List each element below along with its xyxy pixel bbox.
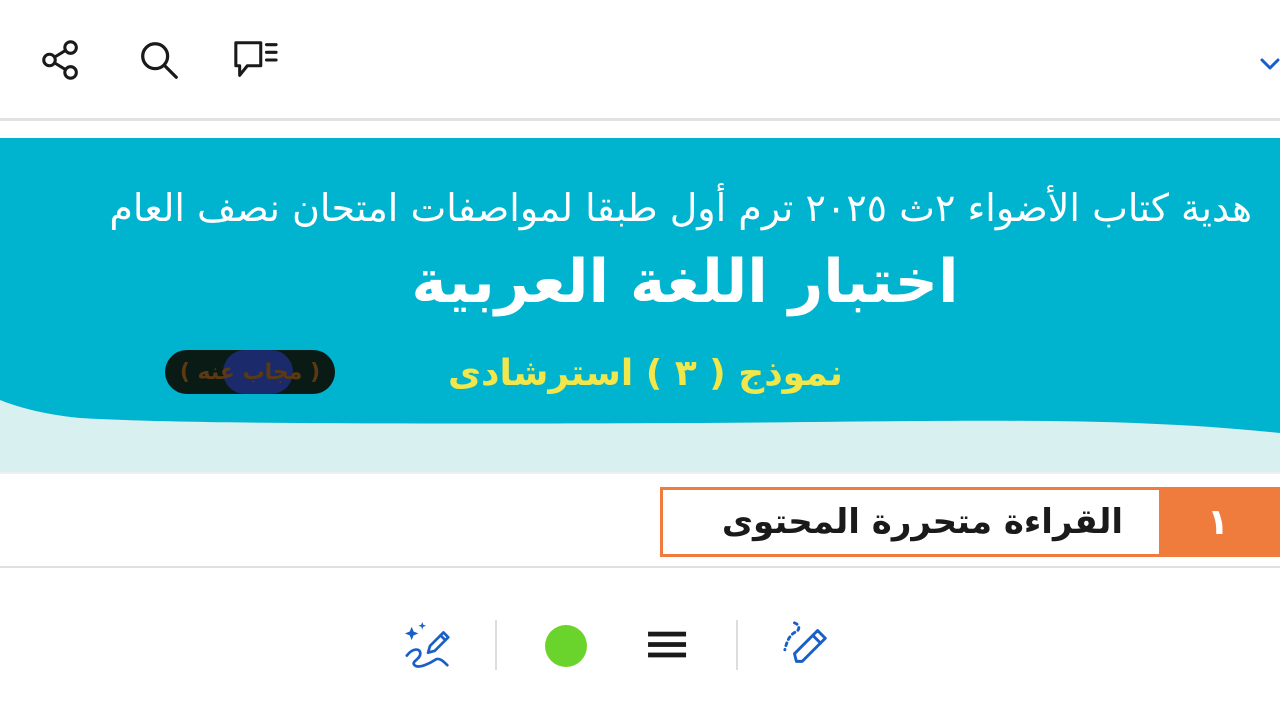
toolbar-separator — [736, 620, 738, 670]
comments-icon[interactable] — [231, 36, 279, 84]
section-number: ١ — [1207, 501, 1229, 543]
divider — [0, 472, 1280, 474]
section-title: القراءة متحررة المحتوى — [721, 502, 1123, 542]
exam-banner: هدية كتاب الأضواء ٢ث ٢٠٢٥ ترم أول طبقا ل… — [0, 138, 1280, 472]
color-dot[interactable] — [545, 625, 587, 667]
model-label: نموذج ( ٣ ) استرشادى — [448, 353, 843, 394]
pen-icon[interactable] — [780, 618, 834, 672]
sparkle-pen-icon[interactable] — [402, 618, 456, 672]
top-toolbar — [0, 0, 1280, 118]
search-icon[interactable] — [135, 36, 183, 84]
section-title-box: القراءة متحررة المحتوى — [660, 487, 1162, 557]
banner-title: اختبار اللغة العربية — [411, 247, 959, 317]
toolbar-divider — [0, 118, 1280, 121]
answered-badge-label: ( مجاب عنه ) — [179, 359, 321, 385]
section-number-badge: ١ — [1162, 487, 1280, 557]
toolbar-separator — [495, 620, 497, 670]
answered-badge[interactable]: ( مجاب عنه ) — [165, 350, 335, 394]
banner-subtitle: هدية كتاب الأضواء ٢ث ٢٠٢٥ ترم أول طبقا ل… — [109, 186, 1252, 230]
share-icon[interactable] — [37, 36, 85, 84]
divider — [0, 566, 1280, 568]
menu-icon[interactable] — [645, 618, 691, 672]
chevron-down-icon[interactable] — [1256, 52, 1280, 76]
